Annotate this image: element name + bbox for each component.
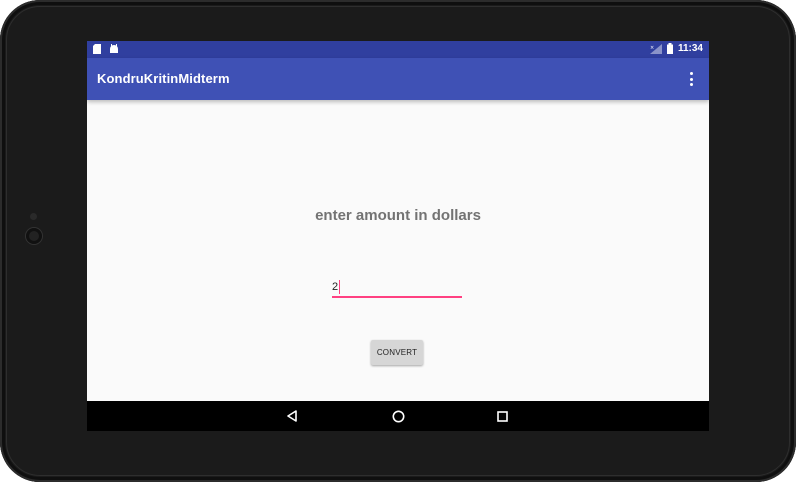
battery-icon: [666, 43, 673, 54]
app-toolbar: KondruKritinMidterm: [87, 58, 709, 100]
sd-card-icon: [93, 44, 101, 54]
main-content: enter amount in dollars 2 CONVERT: [87, 100, 709, 431]
back-button[interactable]: [285, 409, 299, 423]
app-title: KondruKritinMidterm: [97, 71, 230, 86]
dollar-amount-value: 2: [332, 281, 339, 293]
home-icon: [392, 410, 404, 422]
more-vert-icon[interactable]: [687, 71, 695, 87]
recents-icon: [496, 410, 508, 422]
recents-button[interactable]: [495, 409, 509, 423]
svg-text:×: ×: [650, 45, 654, 51]
status-system-icons: × 11:34: [649, 43, 703, 54]
text-cursor: [339, 280, 341, 294]
device-screen: × 11:34 KondruKritinMidterm enter amount…: [87, 41, 709, 431]
convert-button[interactable]: CONVERT: [371, 340, 423, 365]
status-notification-icons: [93, 44, 119, 54]
home-button[interactable]: [391, 409, 405, 423]
system-navigation-bar: [87, 401, 709, 431]
no-signal-icon: ×: [649, 43, 662, 54]
status-time: 11:34: [677, 43, 703, 54]
android-debug-icon: [110, 44, 118, 53]
front-camera: [26, 228, 42, 244]
dollar-amount-input[interactable]: 2: [332, 278, 462, 298]
amount-prompt-label: enter amount in dollars: [315, 207, 481, 224]
tablet-frame: × 11:34 KondruKritinMidterm enter amount…: [0, 0, 796, 482]
status-bar: × 11:34: [87, 41, 709, 58]
back-icon: [287, 410, 297, 422]
sensor-dot: [30, 213, 37, 220]
